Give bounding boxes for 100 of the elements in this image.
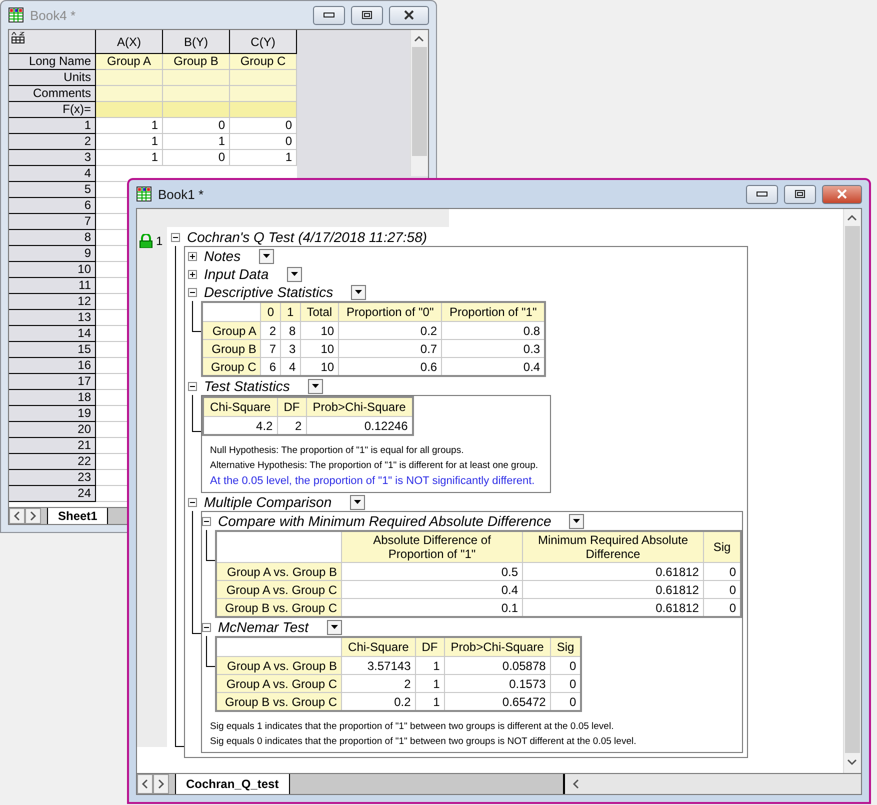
section-title: Descriptive Statistics: [204, 284, 334, 300]
table-cell: 10: [300, 322, 339, 340]
row-number: 7: [9, 214, 96, 230]
dropdown-button[interactable]: [569, 514, 584, 528]
tree-line: [192, 395, 201, 432]
table-cell: 0.7: [338, 340, 442, 358]
row-number: 3: [9, 150, 96, 166]
restore-icon: [794, 189, 806, 199]
table-cell: 0.5: [342, 562, 523, 580]
expand-icon[interactable]: [188, 270, 197, 278]
column-header: Chi-Square: [203, 397, 278, 416]
expand-icon[interactable]: [188, 252, 197, 260]
minimize-button[interactable]: [313, 6, 345, 24]
window-title: Book1 *: [158, 186, 205, 202]
restore-icon: [361, 10, 373, 20]
conclusion-text: At the 0.05 level, the proportion of "1" is NOT significantly different.: [210, 474, 536, 489]
dropdown-button[interactable]: [258, 248, 274, 264]
collapse-icon[interactable]: [188, 382, 197, 390]
dropdown-button[interactable]: [350, 494, 365, 510]
row-number: 16: [9, 358, 96, 374]
next-sheet-button[interactable]: [153, 774, 169, 794]
column-header[interactable]: A(X): [96, 30, 163, 54]
row-number: 13: [9, 310, 96, 326]
column-header: Sig: [703, 531, 741, 562]
note-text: Null Hypothesis: The proportion of "1" is equal for all groups.: [210, 444, 465, 458]
column-header: Prob>Chi-Square: [444, 637, 550, 656]
row-header: Group C: [202, 358, 261, 376]
table-cell: 0: [163, 150, 230, 166]
row-number: 23: [9, 470, 96, 486]
table-cell: 0.05878: [444, 656, 550, 674]
close-icon: [403, 10, 415, 20]
table-cell: Group B: [163, 54, 230, 70]
table-cell: 0.4: [342, 580, 523, 598]
sort-icon[interactable]: [11, 32, 25, 44]
row-number: 20: [9, 422, 96, 438]
workbook-icon: [136, 186, 152, 202]
note-text: Alternative Hypothesis: The proportion of "1" is different for at least one group.: [210, 459, 539, 473]
minimize-icon: [756, 191, 768, 197]
caret-icon: [312, 384, 319, 388]
table-cell: [163, 86, 230, 102]
caret-icon: [290, 272, 298, 276]
collapse-icon[interactable]: [202, 516, 211, 526]
close-button[interactable]: [389, 6, 429, 24]
dropdown-button[interactable]: [351, 284, 366, 300]
row-number: 15: [9, 342, 96, 358]
row-number: 5: [9, 182, 96, 198]
previous-sheet-button[interactable]: [9, 508, 25, 524]
table-cell: 3: [280, 340, 300, 358]
table-cell: [163, 70, 230, 86]
caret-icon: [330, 625, 338, 629]
maximize-button[interactable]: [351, 6, 383, 24]
sheet-tab[interactable]: Sheet1: [47, 508, 108, 524]
dropdown-button[interactable]: [286, 266, 302, 282]
row-number: 18: [9, 390, 96, 406]
row-label: Long Name: [9, 54, 96, 70]
row-header: Group B vs. Group C: [216, 692, 342, 711]
table-cell: 0: [230, 134, 297, 150]
column-header: Minimum Required Absolute Difference: [522, 531, 704, 562]
dropdown-button[interactable]: [308, 378, 323, 394]
column-header: Total: [300, 302, 339, 322]
row-number: 2: [9, 134, 96, 150]
table-cell: 2: [260, 322, 281, 340]
row-label: Units: [9, 70, 96, 86]
scrollbar[interactable]: [843, 209, 861, 773]
row-number: 6: [9, 198, 96, 214]
row-number: 10: [9, 262, 96, 278]
table-cell: 0.61812: [522, 562, 704, 580]
table-cell: 0: [230, 118, 297, 134]
table-cell: 10: [300, 340, 339, 358]
column-header[interactable]: B(Y): [163, 30, 230, 54]
column-header[interactable]: C(Y): [230, 30, 297, 54]
row-number: 12: [9, 294, 96, 310]
row-header: Group A vs. Group B: [216, 656, 342, 674]
table-cell: 1: [96, 150, 163, 166]
table-cell: Group A: [96, 54, 163, 70]
minimize-button[interactable]: [746, 184, 778, 204]
sheet-tab[interactable]: Cochran_Q_test: [175, 774, 290, 794]
row-number: 22: [9, 454, 96, 470]
table-cell: 0.1573: [444, 674, 550, 692]
lock-icon[interactable]: [139, 234, 153, 248]
horizontal-scrollbar[interactable]: [563, 774, 861, 794]
close-icon: [836, 189, 848, 199]
row-number: 8: [9, 230, 96, 246]
table-cell: 2: [342, 674, 416, 692]
maximize-button[interactable]: [784, 184, 816, 204]
collapse-icon[interactable]: [202, 622, 211, 632]
collapse-icon[interactable]: [171, 232, 180, 242]
dropdown-button[interactable]: [326, 620, 342, 634]
tree-line: [192, 301, 201, 332]
row-number: 24: [9, 486, 96, 502]
column-header: Absolute Difference of Proportion of "1": [342, 531, 523, 562]
next-sheet-button[interactable]: [25, 508, 41, 524]
table-cell: Group C: [230, 54, 297, 70]
collapse-icon[interactable]: [188, 498, 197, 506]
collapse-icon[interactable]: [188, 288, 197, 296]
scrollbar[interactable]: [410, 30, 428, 176]
previous-sheet-button[interactable]: [137, 774, 153, 794]
table-cell: 1: [230, 150, 297, 166]
result-number: 1: [156, 234, 163, 248]
row-number: 4: [9, 166, 96, 182]
